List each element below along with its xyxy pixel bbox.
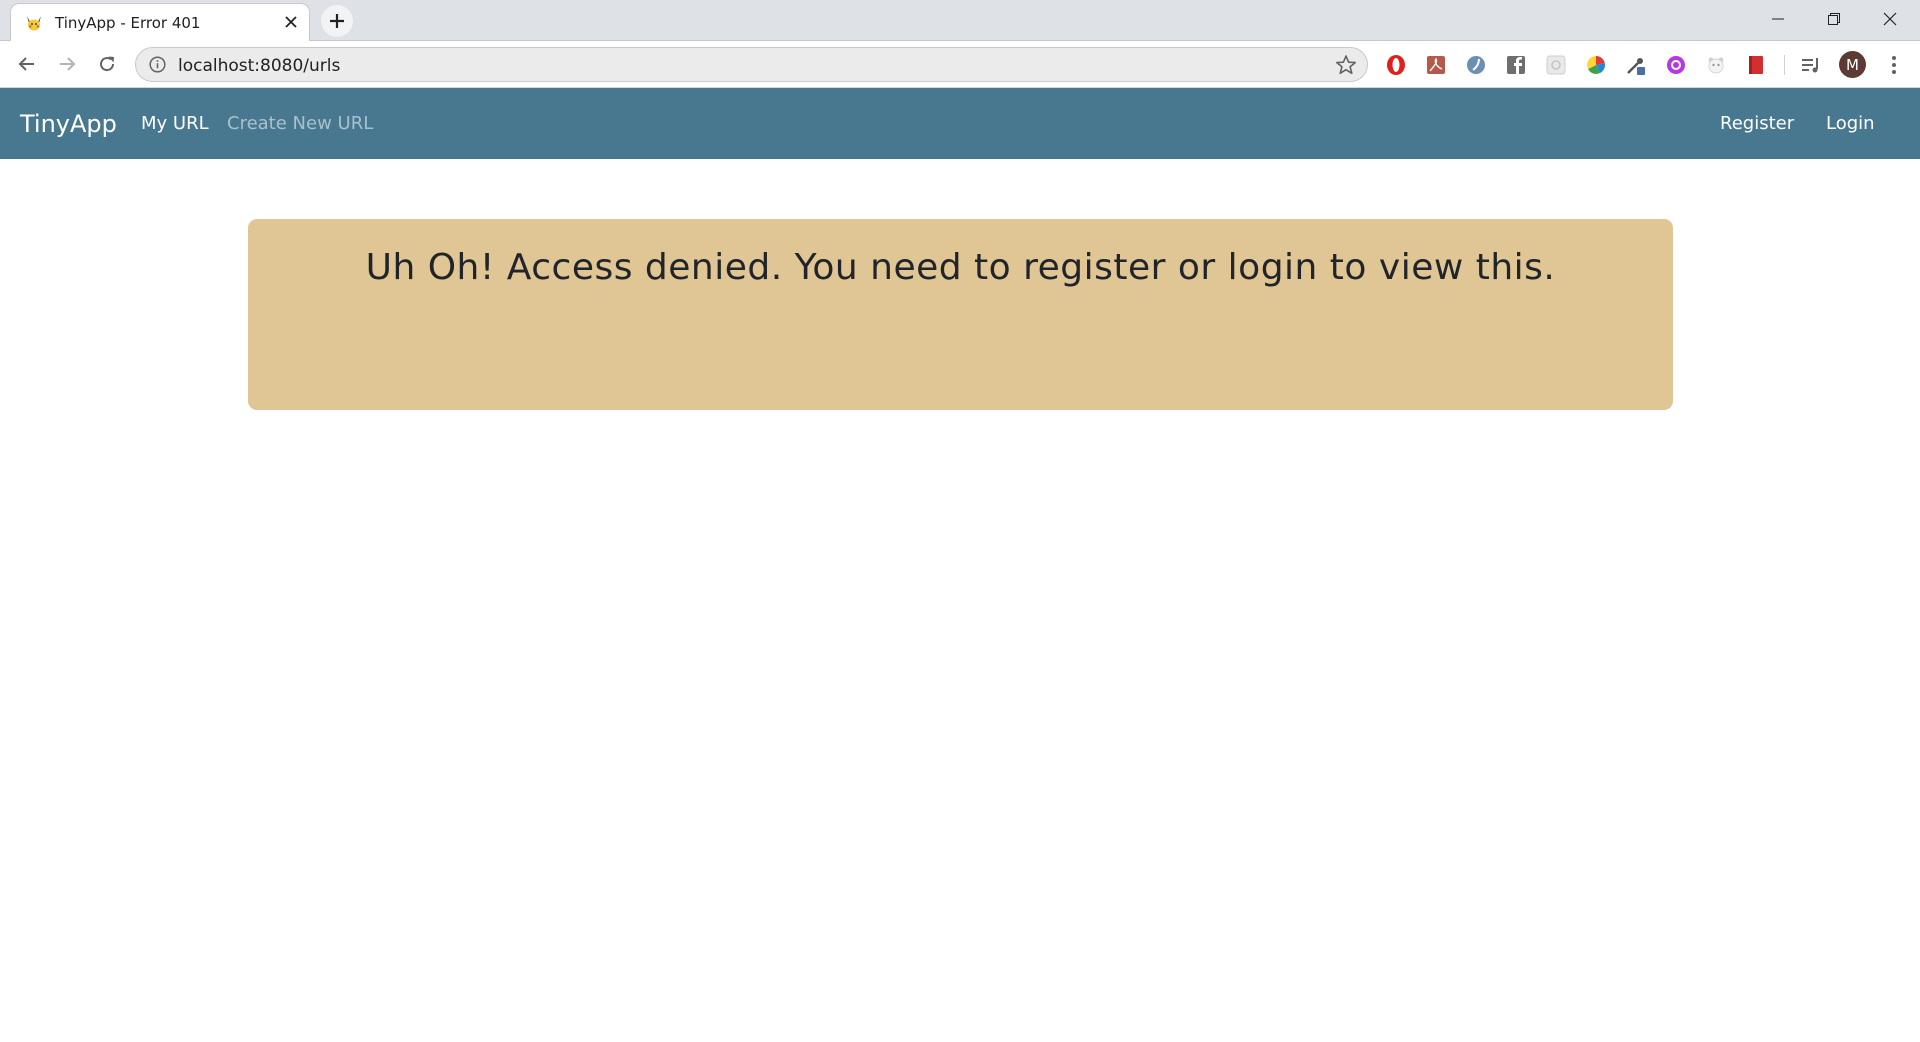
pikachu-icon xyxy=(25,14,43,32)
close-icon xyxy=(1883,12,1897,25)
toolbar-separator xyxy=(1784,55,1785,75)
eyedropper-icon[interactable] xyxy=(1625,54,1647,76)
window-minimize-button[interactable] xyxy=(1750,0,1806,37)
back-button[interactable] xyxy=(13,50,41,78)
facebook-icon[interactable] xyxy=(1505,54,1527,76)
dictionary-icon[interactable] xyxy=(1465,54,1487,76)
window-restore-button[interactable] xyxy=(1806,0,1862,37)
arrow-left-icon xyxy=(18,57,34,71)
close-tab-icon[interactable] xyxy=(281,12,301,32)
browser-tab[interactable]: TinyApp - Error 401 xyxy=(10,3,310,41)
forward-button[interactable] xyxy=(53,50,81,78)
pdf-icon[interactable] xyxy=(1425,54,1447,76)
url-text: localhost:8080/urls xyxy=(178,56,341,76)
panda-icon[interactable] xyxy=(1705,54,1727,76)
address-bar[interactable]: localhost:8080/urls xyxy=(135,47,1368,82)
window-close-button[interactable] xyxy=(1862,0,1918,37)
alert-message: Uh Oh! Access denied. You need to regist… xyxy=(365,247,1556,288)
new-tab-button[interactable] xyxy=(321,5,353,37)
screenshot-icon[interactable] xyxy=(1545,54,1567,76)
nav-register[interactable]: Register xyxy=(1720,113,1794,134)
nav-login[interactable]: Login xyxy=(1826,113,1875,134)
media-controls-icon[interactable] xyxy=(1800,54,1822,76)
app-navbar: TinyApp My URL Create New URL Register L… xyxy=(0,88,1920,159)
browser-toolbar: localhost:8080/urls M xyxy=(0,41,1920,88)
tab-title: TinyApp - Error 401 xyxy=(55,14,201,32)
plus-icon xyxy=(330,14,344,28)
brand-link[interactable]: TinyApp xyxy=(20,110,117,138)
nav-create-new-url[interactable]: Create New URL xyxy=(227,113,373,134)
browser-tab-strip: TinyApp - Error 401 xyxy=(0,0,1920,41)
star-icon[interactable] xyxy=(1335,54,1357,76)
color-picker-icon[interactable] xyxy=(1585,54,1607,76)
bookmark-icon[interactable] xyxy=(1745,54,1767,76)
reload-icon xyxy=(100,56,115,72)
reload-button[interactable] xyxy=(93,50,121,78)
opera-icon[interactable] xyxy=(1385,54,1407,76)
more-menu-icon[interactable] xyxy=(1883,53,1905,77)
info-icon[interactable] xyxy=(149,56,166,73)
purple-extension-icon[interactable] xyxy=(1665,54,1687,76)
minimize-icon xyxy=(1772,18,1784,19)
access-denied-alert: Uh Oh! Access denied. You need to regist… xyxy=(248,219,1673,410)
arrow-right-icon xyxy=(60,57,76,71)
nav-my-url[interactable]: My URL xyxy=(141,113,209,134)
restore-icon xyxy=(1828,12,1840,25)
profile-avatar[interactable]: M xyxy=(1839,51,1866,78)
